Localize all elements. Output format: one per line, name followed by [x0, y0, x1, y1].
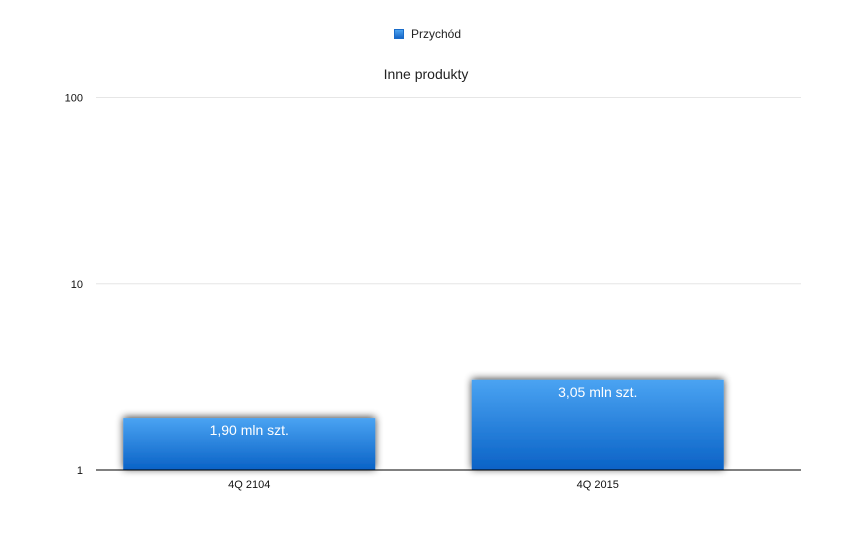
y-tick-label-10: 10: [71, 279, 83, 291]
x-tick-label-1: 4Q 2015: [577, 479, 619, 491]
gridlines: [96, 97, 801, 285]
x-axis-labels: 4Q 2104 4Q 2015: [228, 479, 619, 491]
bar-chart: 1 10 100 1,90 mln szt. 3,05 mln szt. 4Q 210…: [65, 93, 801, 491]
bars: 1,90 mln szt. 3,05 mln szt.: [123, 379, 724, 470]
y-tick-label-100: 100: [65, 93, 83, 105]
y-axis-ticks: 1 10 100: [65, 93, 83, 478]
y-tick-label-1: 1: [77, 465, 83, 477]
x-tick-label-0: 4Q 2104: [228, 479, 270, 491]
data-label-1: 3,05 mln szt.: [558, 384, 637, 400]
data-label-0: 1,90 mln szt.: [210, 422, 289, 438]
